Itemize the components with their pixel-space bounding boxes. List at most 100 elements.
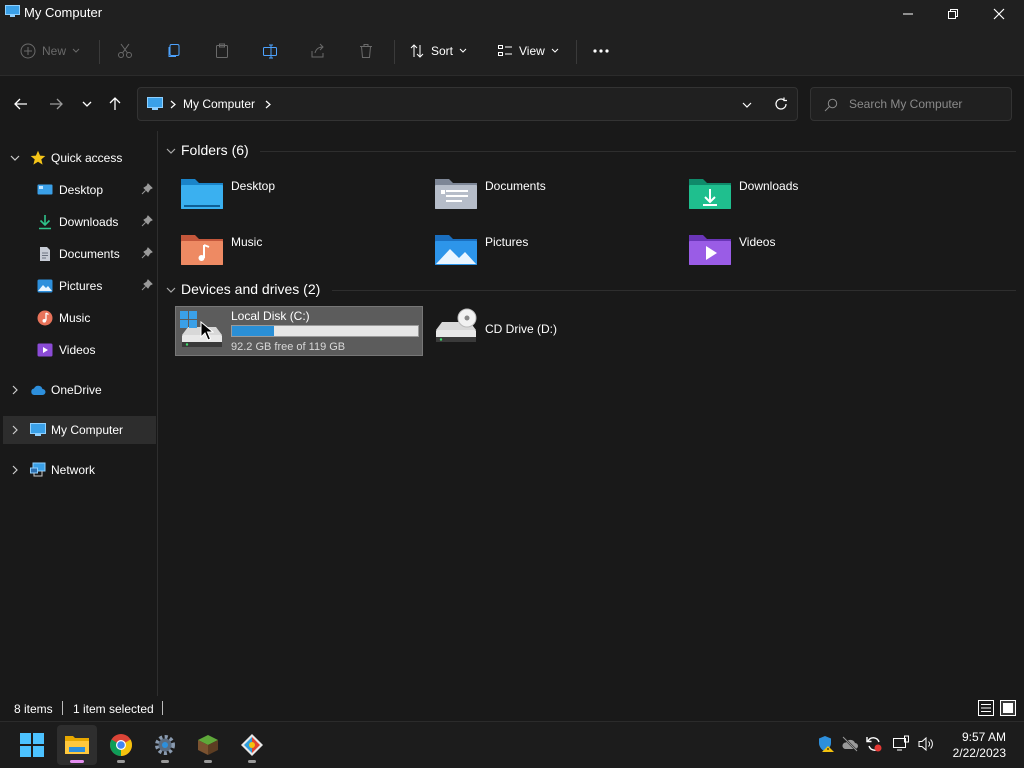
search-box[interactable] bbox=[810, 87, 1012, 121]
chevron-right-icon[interactable] bbox=[10, 385, 20, 395]
system-clock[interactable]: 9:57 AM 2/22/2023 bbox=[953, 729, 1006, 761]
delete-button[interactable] bbox=[358, 38, 374, 64]
sidebar-item-label: Pictures bbox=[59, 279, 103, 293]
network-icon bbox=[30, 462, 46, 477]
drive-label: CD Drive (D:) bbox=[485, 322, 557, 336]
sidebar-item-pictures[interactable]: Pictures bbox=[0, 272, 155, 300]
details-view-icon[interactable] bbox=[978, 700, 994, 716]
taskbar-settings[interactable] bbox=[145, 725, 185, 765]
drive-label: Local Disk (C:) bbox=[231, 309, 310, 323]
folder-documents[interactable]: Documents bbox=[414, 171, 664, 221]
content-pane: Folders (6) Desktop Documents Downloads bbox=[160, 131, 1024, 696]
taskbar-app[interactable] bbox=[232, 725, 272, 765]
active-indicator bbox=[70, 760, 84, 763]
breadcrumb-my-computer[interactable]: My Computer bbox=[183, 97, 255, 111]
sort-button[interactable]: Sort bbox=[409, 38, 467, 64]
pin-icon[interactable] bbox=[141, 215, 153, 227]
sidebar-item-documents[interactable]: Documents bbox=[0, 240, 155, 268]
chevron-down-icon[interactable] bbox=[742, 102, 752, 108]
minimize-button[interactable] bbox=[885, 0, 931, 28]
share-button[interactable] bbox=[310, 38, 326, 64]
clock-time: 9:57 AM bbox=[961, 730, 1006, 744]
sidebar-item-onedrive[interactable]: OneDrive bbox=[0, 376, 155, 404]
sidebar-item-music[interactable]: Music bbox=[0, 304, 155, 332]
item-count: 8 items bbox=[14, 702, 53, 716]
drive-free-space: 92.2 GB free of 119 GB bbox=[231, 341, 346, 353]
pin-icon[interactable] bbox=[141, 279, 153, 291]
toolbar-divider bbox=[576, 40, 577, 64]
chevron-down-icon bbox=[82, 101, 92, 107]
paste-button[interactable] bbox=[214, 38, 230, 64]
up-button[interactable] bbox=[104, 94, 126, 114]
folder-downloads[interactable]: Downloads bbox=[668, 171, 918, 221]
folder-videos[interactable]: Videos bbox=[668, 227, 918, 277]
folder-pictures[interactable]: Pictures bbox=[414, 227, 664, 277]
close-button[interactable] bbox=[976, 0, 1022, 28]
more-options-button[interactable] bbox=[592, 38, 610, 64]
sidebar-item-network[interactable]: Network bbox=[0, 456, 155, 484]
taskbar-file-explorer[interactable] bbox=[57, 725, 97, 765]
chevron-down-icon bbox=[551, 48, 559, 53]
chevron-right-icon[interactable] bbox=[10, 425, 20, 435]
share-icon bbox=[311, 43, 324, 58]
plus-circle-icon bbox=[20, 43, 36, 59]
sidebar-item-downloads[interactable]: Downloads bbox=[0, 208, 155, 236]
folder-label: Videos bbox=[739, 235, 776, 249]
sidebar-item-desktop[interactable]: Desktop bbox=[0, 176, 155, 204]
cloud-icon bbox=[31, 385, 46, 395]
pin-icon[interactable] bbox=[141, 183, 153, 195]
start-button[interactable] bbox=[12, 725, 52, 765]
drive-local-disk-c[interactable]: Local Disk (C:) 92.2 GB free of 119 GB bbox=[175, 306, 423, 356]
desktop-folder-icon bbox=[181, 179, 223, 209]
forward-button[interactable] bbox=[45, 94, 67, 114]
trash-icon bbox=[360, 44, 372, 58]
videos-folder-icon bbox=[689, 235, 731, 265]
refresh-icon[interactable] bbox=[774, 97, 788, 111]
chevron-down-icon[interactable] bbox=[10, 153, 20, 163]
selection-count: 1 item selected bbox=[73, 702, 154, 716]
recent-locations-button[interactable] bbox=[76, 94, 98, 114]
sidebar-item-label: OneDrive bbox=[51, 383, 102, 397]
more-icon bbox=[593, 49, 609, 53]
restore-button[interactable] bbox=[930, 0, 976, 28]
rename-button[interactable] bbox=[262, 38, 278, 64]
sync-icon[interactable] bbox=[865, 735, 883, 753]
search-input[interactable] bbox=[849, 97, 1004, 111]
computer-icon bbox=[147, 97, 163, 110]
view-button[interactable]: View bbox=[497, 38, 559, 64]
star-icon bbox=[30, 150, 46, 165]
copy-button[interactable] bbox=[166, 38, 182, 64]
tiles-view-icon[interactable] bbox=[1000, 700, 1016, 716]
taskbar-minecraft[interactable] bbox=[188, 725, 228, 765]
downloads-folder-icon bbox=[689, 179, 731, 209]
taskbar-chrome[interactable] bbox=[101, 725, 141, 765]
sidebar-item-label: Documents bbox=[59, 247, 120, 261]
speaker-icon[interactable] bbox=[917, 735, 935, 753]
toolbar-divider bbox=[99, 40, 100, 64]
folder-music[interactable]: Music bbox=[160, 227, 410, 277]
group-header-folders[interactable]: Folders (6) bbox=[160, 140, 1016, 162]
sidebar-item-label: Quick access bbox=[51, 151, 123, 165]
sidebar-item-my-computer[interactable]: My Computer bbox=[3, 416, 156, 444]
network-monitor-icon[interactable] bbox=[892, 735, 910, 753]
sidebar-item-quick-access[interactable]: Quick access bbox=[0, 144, 155, 172]
folder-label: Music bbox=[231, 235, 263, 249]
back-button[interactable] bbox=[10, 94, 32, 114]
group-divider bbox=[260, 151, 1016, 152]
security-shield-icon[interactable] bbox=[817, 735, 835, 753]
chevron-right-icon[interactable] bbox=[10, 465, 20, 475]
sidebar-item-videos[interactable]: Videos bbox=[0, 336, 155, 364]
cut-button[interactable] bbox=[117, 38, 133, 64]
taskbar: 9:57 AM 2/22/2023 bbox=[0, 721, 1024, 768]
sidebar-item-label: Desktop bbox=[59, 183, 104, 197]
onedrive-offline-icon[interactable] bbox=[841, 735, 859, 753]
status-bar: 8 items 1 item selected bbox=[0, 697, 1024, 721]
group-header-drives[interactable]: Devices and drives (2) bbox=[160, 279, 1016, 301]
folder-desktop[interactable]: Desktop bbox=[160, 171, 410, 221]
new-button[interactable]: New bbox=[20, 38, 80, 64]
status-separator bbox=[62, 701, 63, 715]
address-bar[interactable]: My Computer bbox=[137, 87, 798, 121]
pin-icon[interactable] bbox=[141, 247, 153, 259]
drive-cd-d[interactable]: CD Drive (D:) bbox=[414, 306, 664, 356]
windows-logo-icon bbox=[20, 733, 44, 757]
